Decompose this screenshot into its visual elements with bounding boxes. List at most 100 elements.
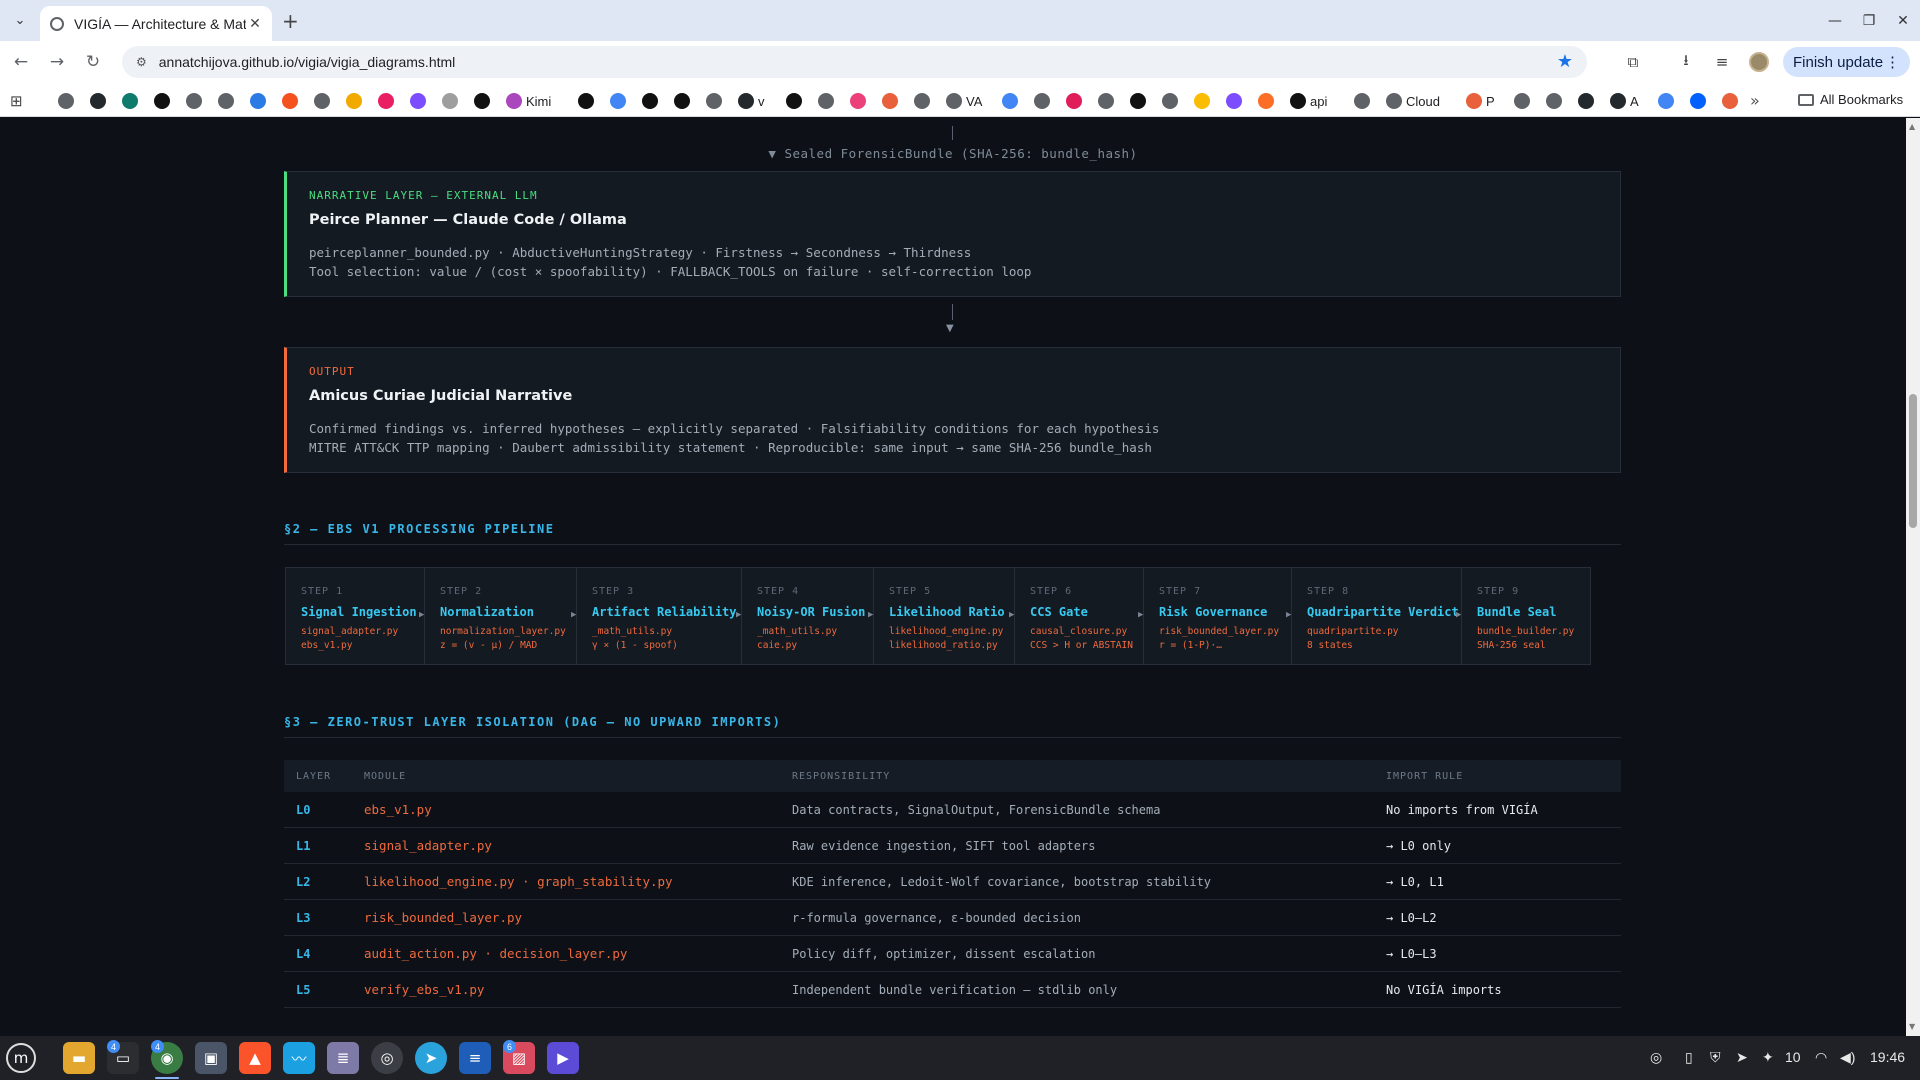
window-close-icon[interactable]: ✕ [1886,0,1920,41]
profile-avatar[interactable] [1749,52,1769,72]
page-scrollbar[interactable]: ▲ ▼ [1906,118,1920,1036]
restore-icon[interactable]: ❐ [1852,0,1886,41]
github-icon [90,93,106,109]
bookmark-item[interactable] [90,92,106,110]
back-icon[interactable]: ← [9,50,33,74]
bookmark-item[interactable] [186,92,202,110]
menu-dots-icon[interactable]: ⋮ [1885,53,1900,71]
bookmark-item[interactable]: P [1466,92,1495,110]
bookmark-item[interactable] [1690,92,1706,110]
bookmark-item[interactable] [1546,92,1562,110]
new-tab-icon[interactable]: + [282,9,299,33]
bookmark-item[interactable] [154,92,170,110]
download-icon[interactable]: ⭳ [1675,51,1697,73]
text-editor-icon[interactable]: ≡ [459,1042,491,1074]
shield-icon[interactable]: ⛨ [1710,1049,1721,1066]
app-icon [578,93,594,109]
apps-grid-icon[interactable]: ⊞ [10,92,23,110]
bookmark-item[interactable] [1162,92,1178,110]
wifi-icon[interactable]: ◠ [1815,1049,1827,1066]
start-menu-icon[interactable]: m [6,1043,36,1073]
step-num: STEP 6 [1030,586,1073,597]
bookmark-star-icon[interactable]: ★ [1557,51,1573,72]
obs-icon[interactable]: ◎ [371,1042,403,1074]
bookmark-item[interactable] [1034,92,1050,110]
bookmark-item[interactable] [1002,92,1018,110]
obs-tray-icon[interactable]: ◎ [1650,1049,1662,1066]
bookmark-item[interactable] [122,92,138,110]
bookmark-item[interactable] [346,92,362,110]
scroll-down-icon[interactable]: ▼ [1909,1022,1915,1031]
close-icon[interactable]: ✕ [246,16,264,32]
bookmark-item[interactable]: A [1610,92,1639,110]
bookmark-item[interactable] [474,92,490,110]
bookmark-item[interactable] [1514,92,1530,110]
brave-icon[interactable]: ▲ [239,1042,271,1074]
bookmark-item[interactable] [882,92,898,110]
bookmark-item[interactable] [850,92,866,110]
reload-icon[interactable]: ↻ [81,50,105,74]
notification-icon[interactable]: ✦ [1762,1049,1774,1066]
chevron-right-icon[interactable]: » [1750,91,1760,110]
site-info-icon[interactable]: ⚙ [136,55,147,69]
bookmark-item[interactable] [818,92,834,110]
bookmark-item[interactable] [58,92,74,110]
tab-search-icon[interactable]: ⌄ [9,9,31,31]
telegram-tray-icon[interactable]: ➤ [1736,1049,1748,1066]
step-d2: z = (v - μ) / MAD [440,640,538,651]
tab-active[interactable]: VIGÍA — Architecture & Math ✕ [40,6,272,41]
bookmark-item[interactable] [314,92,330,110]
bookmark-item[interactable] [218,92,234,110]
finish-update-button[interactable]: Finish update ⋮ [1783,47,1910,77]
bookmark-item[interactable]: VA [946,92,982,110]
bookmark-item[interactable] [914,92,930,110]
app-icon [122,93,138,109]
sealed-bundle-label: ▼ Sealed ForensicBundle (SHA-256: bundle… [768,146,1138,161]
bookmark-item[interactable] [1578,92,1594,110]
volume-icon[interactable]: ◀) [1840,1049,1855,1066]
bookmark-item[interactable] [1226,92,1242,110]
scrollbar-thumb[interactable] [1909,394,1917,528]
clipboard-icon[interactable]: ▯ [1685,1049,1693,1066]
bookmark-item[interactable]: Cloud [1386,92,1440,110]
minimize-icon[interactable]: — [1818,0,1852,41]
all-bookmarks-button[interactable]: All Bookmarks [1798,92,1903,107]
files-icon[interactable]: ▬ [63,1042,95,1074]
bookmark-item[interactable] [1354,92,1370,110]
bookmark-item[interactable]: api [1290,92,1327,110]
bookmark-item[interactable]: Kimi [506,92,551,110]
bookmark-item[interactable] [282,92,298,110]
url-text: annatchijova.github.io/vigia/vigia_diagr… [158,54,456,70]
bookmark-item[interactable] [674,92,690,110]
bookmark-item[interactable] [1098,92,1114,110]
bookmark-item[interactable] [642,92,658,110]
video-player-icon[interactable]: ▶ [547,1042,579,1074]
bookmark-item[interactable] [1066,92,1082,110]
monitor-icon[interactable]: 〰 [283,1042,315,1074]
bookmark-item[interactable] [1130,92,1146,110]
bookmark-item[interactable] [1258,92,1274,110]
bookmark-item[interactable] [1194,92,1210,110]
bookmark-item[interactable] [578,92,594,110]
telegram-icon[interactable]: ➤ [415,1042,447,1074]
bookmark-item[interactable]: v [738,92,765,110]
forward-icon[interactable]: → [45,50,69,74]
bookmark-item[interactable] [250,92,266,110]
section-title: §3 — ZERO-TRUST LAYER ISOLATION (DAG — N… [284,715,782,729]
media-icon[interactable]: ≡ [1711,51,1733,73]
notes-icon[interactable]: ≣ [327,1042,359,1074]
clock[interactable]: 19:46 [1870,1049,1905,1065]
step-num: STEP 7 [1159,586,1202,597]
bookmark-item[interactable] [1722,92,1738,110]
camera-icon[interactable]: ▣ [195,1042,227,1074]
bookmark-item[interactable] [442,92,458,110]
bookmark-item[interactable] [1658,92,1674,110]
bookmark-item[interactable] [410,92,426,110]
bookmark-item[interactable] [610,92,626,110]
bookmark-item[interactable] [378,92,394,110]
address-bar[interactable]: ⚙ annatchijova.github.io/vigia/vigia_dia… [122,46,1587,78]
bookmark-item[interactable] [706,92,722,110]
extensions-icon[interactable]: ⧉ [1622,51,1644,73]
scroll-up-icon[interactable]: ▲ [1909,122,1915,131]
bookmark-item[interactable] [786,92,802,110]
